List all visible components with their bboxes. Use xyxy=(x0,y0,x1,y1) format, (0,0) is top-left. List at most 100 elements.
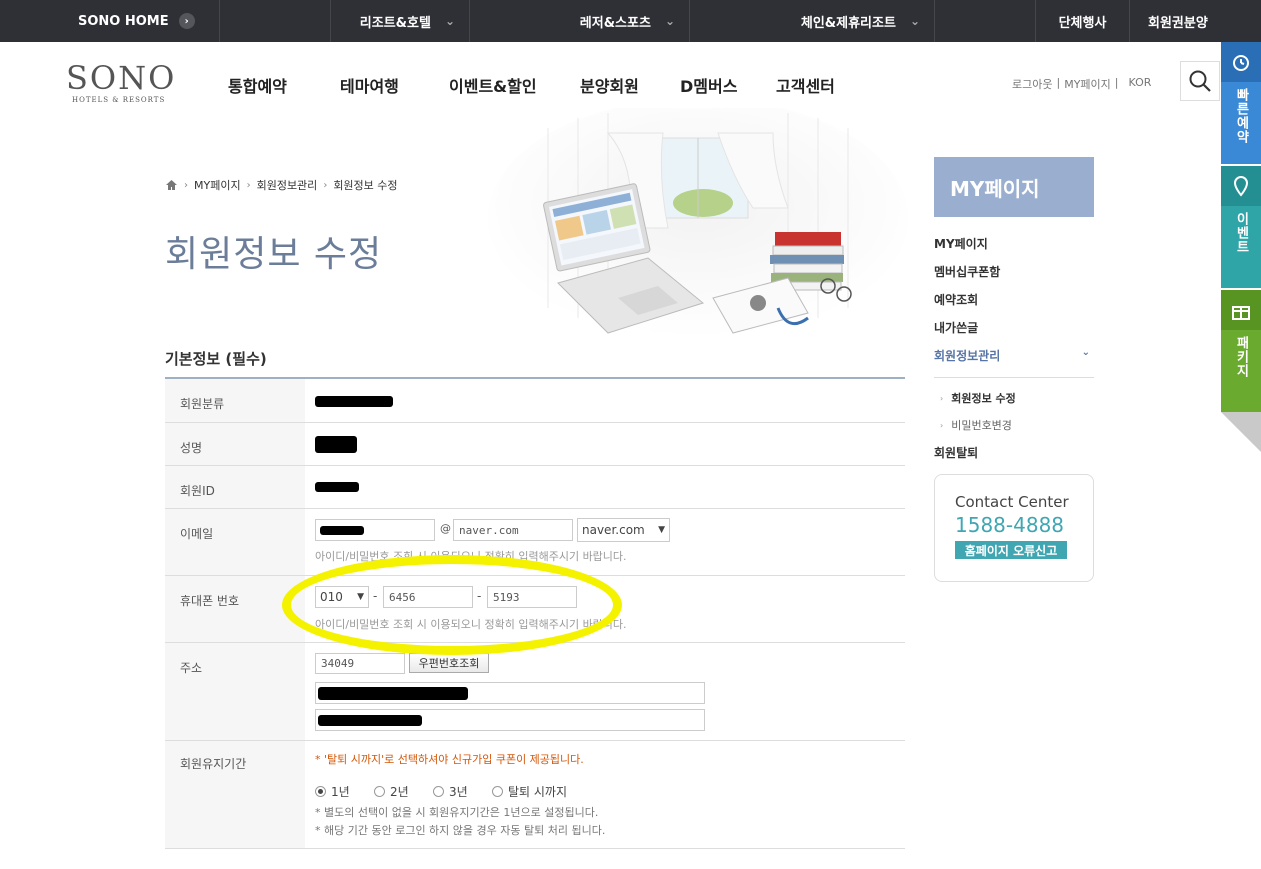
hero-illustration xyxy=(488,108,908,338)
sidebar-item-coupons[interactable]: 멤버십쿠폰함 xyxy=(934,263,1000,280)
topbar-group-label: 단체행사 xyxy=(1058,15,1107,31)
quick-package[interactable]: 패키지 xyxy=(1221,290,1261,412)
quick-fast-reservation[interactable]: 빠른예약 xyxy=(1221,42,1261,164)
radio-label: 3년 xyxy=(449,785,468,799)
gift-icon xyxy=(1221,290,1261,330)
home-icon[interactable] xyxy=(165,179,178,191)
logout-link[interactable]: 로그아웃 xyxy=(1012,76,1052,92)
period-option-2year[interactable]: 2년 xyxy=(374,783,409,800)
member-id-label: 회원ID xyxy=(165,466,305,508)
topbar-menu-chain[interactable]: 체인&제휴리조트 ⌄ xyxy=(690,0,935,42)
sono-logo[interactable]: SONO HOTELS & RESORTS xyxy=(66,62,176,104)
quick-label: 이벤트 xyxy=(1233,212,1249,254)
sidebar-item-member-info[interactable]: 회원정보관리 ⌄ xyxy=(934,347,1094,364)
sono-home-link[interactable]: SONO HOME › xyxy=(0,0,220,42)
topbar-membership-label: 회원권분양 xyxy=(1148,15,1208,31)
sidebar-item-withdraw[interactable]: 회원탈퇴 xyxy=(934,444,978,461)
quick-event[interactable]: 이벤트 xyxy=(1221,166,1261,288)
logo-main: SONO xyxy=(66,59,177,97)
yellow-highlight-circle xyxy=(282,555,622,655)
name-label: 성명 xyxy=(165,423,305,465)
address-label: 주소 xyxy=(165,643,305,740)
sidebar-divider xyxy=(934,377,1094,378)
radio-label: 1년 xyxy=(331,785,350,799)
sidebar-item-reservations[interactable]: 예약조회 xyxy=(934,291,978,308)
member-type-label: 회원분류 xyxy=(165,379,305,422)
name-value xyxy=(305,423,905,465)
chevron-down-icon: ⌄ xyxy=(664,14,675,28)
topbar-menu-label: 레저&스포츠 xyxy=(579,15,651,31)
membership-period-label: 회원유지기간 xyxy=(165,741,305,848)
period-option-until-withdrawal[interactable]: 탈퇴 시까지 xyxy=(492,783,567,800)
email-at-sign: @ xyxy=(440,522,451,535)
period-warning: * '탈퇴 시까지'로 선택하셔야 신규가입 쿠폰이 제공됩니다. xyxy=(315,753,584,766)
quick-label: 패키지 xyxy=(1233,336,1249,378)
address-row: 주소 34049 우편번호조회 xyxy=(165,643,905,741)
address-value: 34049 우편번호조회 xyxy=(305,643,905,740)
period-option-1year[interactable]: 1년 xyxy=(315,783,350,800)
member-type-row: 회원분류 xyxy=(165,379,905,423)
mypage-link[interactable]: MY페이지 xyxy=(1064,76,1111,92)
search-icon xyxy=(1189,70,1211,92)
membership-period-value: * '탈퇴 시까지'로 선택하셔야 신규가입 쿠폰이 제공됩니다. 1년 2년 … xyxy=(305,741,905,848)
zipcode-search-button[interactable]: 우편번호조회 xyxy=(409,653,489,673)
sidebar-sub-edit-info[interactable]: › 회원정보 수정 xyxy=(940,390,1016,406)
chevron-down-icon: ⌄ xyxy=(909,14,920,28)
email-label: 이메일 xyxy=(165,509,305,575)
radio-icon xyxy=(374,786,385,797)
period-option-3year[interactable]: 3년 xyxy=(433,783,468,800)
radio-icon xyxy=(433,786,444,797)
breadcrumb-item[interactable]: 회원정보관리 xyxy=(257,177,318,193)
quick-fold-corner[interactable] xyxy=(1221,412,1261,452)
gnb-theme-travel[interactable]: 테마여행 xyxy=(340,73,399,97)
gnb-d-members[interactable]: D멤버스 xyxy=(680,73,737,97)
bullet-icon: › xyxy=(940,420,944,430)
chevron-right-icon: › xyxy=(178,13,195,29)
breadcrumb-item[interactable]: MY페이지 xyxy=(194,177,241,193)
sidebar-title: MY페이지 xyxy=(934,157,1094,217)
sidebar-sub-change-password[interactable]: › 비밀번호변경 xyxy=(940,417,1012,433)
sidebar-sub-label: 비밀번호변경 xyxy=(951,419,1012,432)
gnb-customer-center[interactable]: 고객센터 xyxy=(776,73,835,97)
search-button[interactable] xyxy=(1180,61,1220,101)
error-report-button[interactable]: 홈페이지 오류신고 xyxy=(955,541,1067,559)
radio-label: 탈퇴 시까지 xyxy=(508,785,568,799)
sidebar-item-mypage[interactable]: MY페이지 xyxy=(934,235,988,252)
topbar-menu-label: 리조트&호텔 xyxy=(359,15,431,31)
quick-label: 빠른예약 xyxy=(1233,88,1249,144)
chevron-down-icon: ⌄ xyxy=(444,14,455,28)
member-id-value xyxy=(305,466,905,508)
email-domain-select[interactable]: naver.com ▼ xyxy=(577,518,670,542)
redacted-value xyxy=(318,715,422,726)
zipcode-field[interactable]: 34049 xyxy=(315,653,405,674)
redacted-value xyxy=(318,687,468,700)
contact-center-box: Contact Center 1588-4888 홈페이지 오류신고 xyxy=(934,474,1094,582)
gnb-event[interactable]: 이벤트&할인 xyxy=(449,73,537,97)
member-id-row: 회원ID xyxy=(165,466,905,509)
redacted-value xyxy=(315,436,357,453)
gnb-reservation[interactable]: 통합예약 xyxy=(228,73,287,97)
topbar-menu-leisure[interactable]: 레저&스포츠 ⌄ xyxy=(470,0,690,42)
topbar-menu-resort[interactable]: 리조트&호텔 ⌄ xyxy=(330,0,470,42)
gnb-members[interactable]: 분양회원 xyxy=(580,73,639,97)
topbar-membership-link[interactable]: 회원권분양 xyxy=(1130,0,1261,42)
breadcrumb-item: 회원정보 수정 xyxy=(333,179,398,192)
redacted-value xyxy=(315,482,359,492)
sidebar-item-label: 회원정보관리 xyxy=(934,349,1001,363)
email-domain-field[interactable]: naver.com xyxy=(453,519,573,541)
breadcrumb: › MY페이지 › 회원정보관리 › 회원정보 수정 xyxy=(165,177,398,193)
email-id-field[interactable] xyxy=(315,519,435,541)
topbar-group-link[interactable]: 단체행사 xyxy=(1035,0,1130,42)
map-pin-icon xyxy=(1221,166,1261,206)
language-select[interactable]: KOR xyxy=(1129,76,1152,92)
caret-down-icon: ▼ xyxy=(658,525,665,535)
bullet-icon: › xyxy=(940,393,944,403)
radio-icon xyxy=(492,786,503,797)
chevron-down-icon: ⌄ xyxy=(1081,347,1090,358)
redacted-value xyxy=(315,396,393,407)
alarm-clock-icon xyxy=(1221,42,1261,82)
address-line2-field[interactable] xyxy=(315,709,705,731)
redacted-value xyxy=(320,526,364,535)
sidebar-item-my-posts[interactable]: 내가쓴글 xyxy=(934,319,978,336)
address-line1-field[interactable] xyxy=(315,682,705,704)
